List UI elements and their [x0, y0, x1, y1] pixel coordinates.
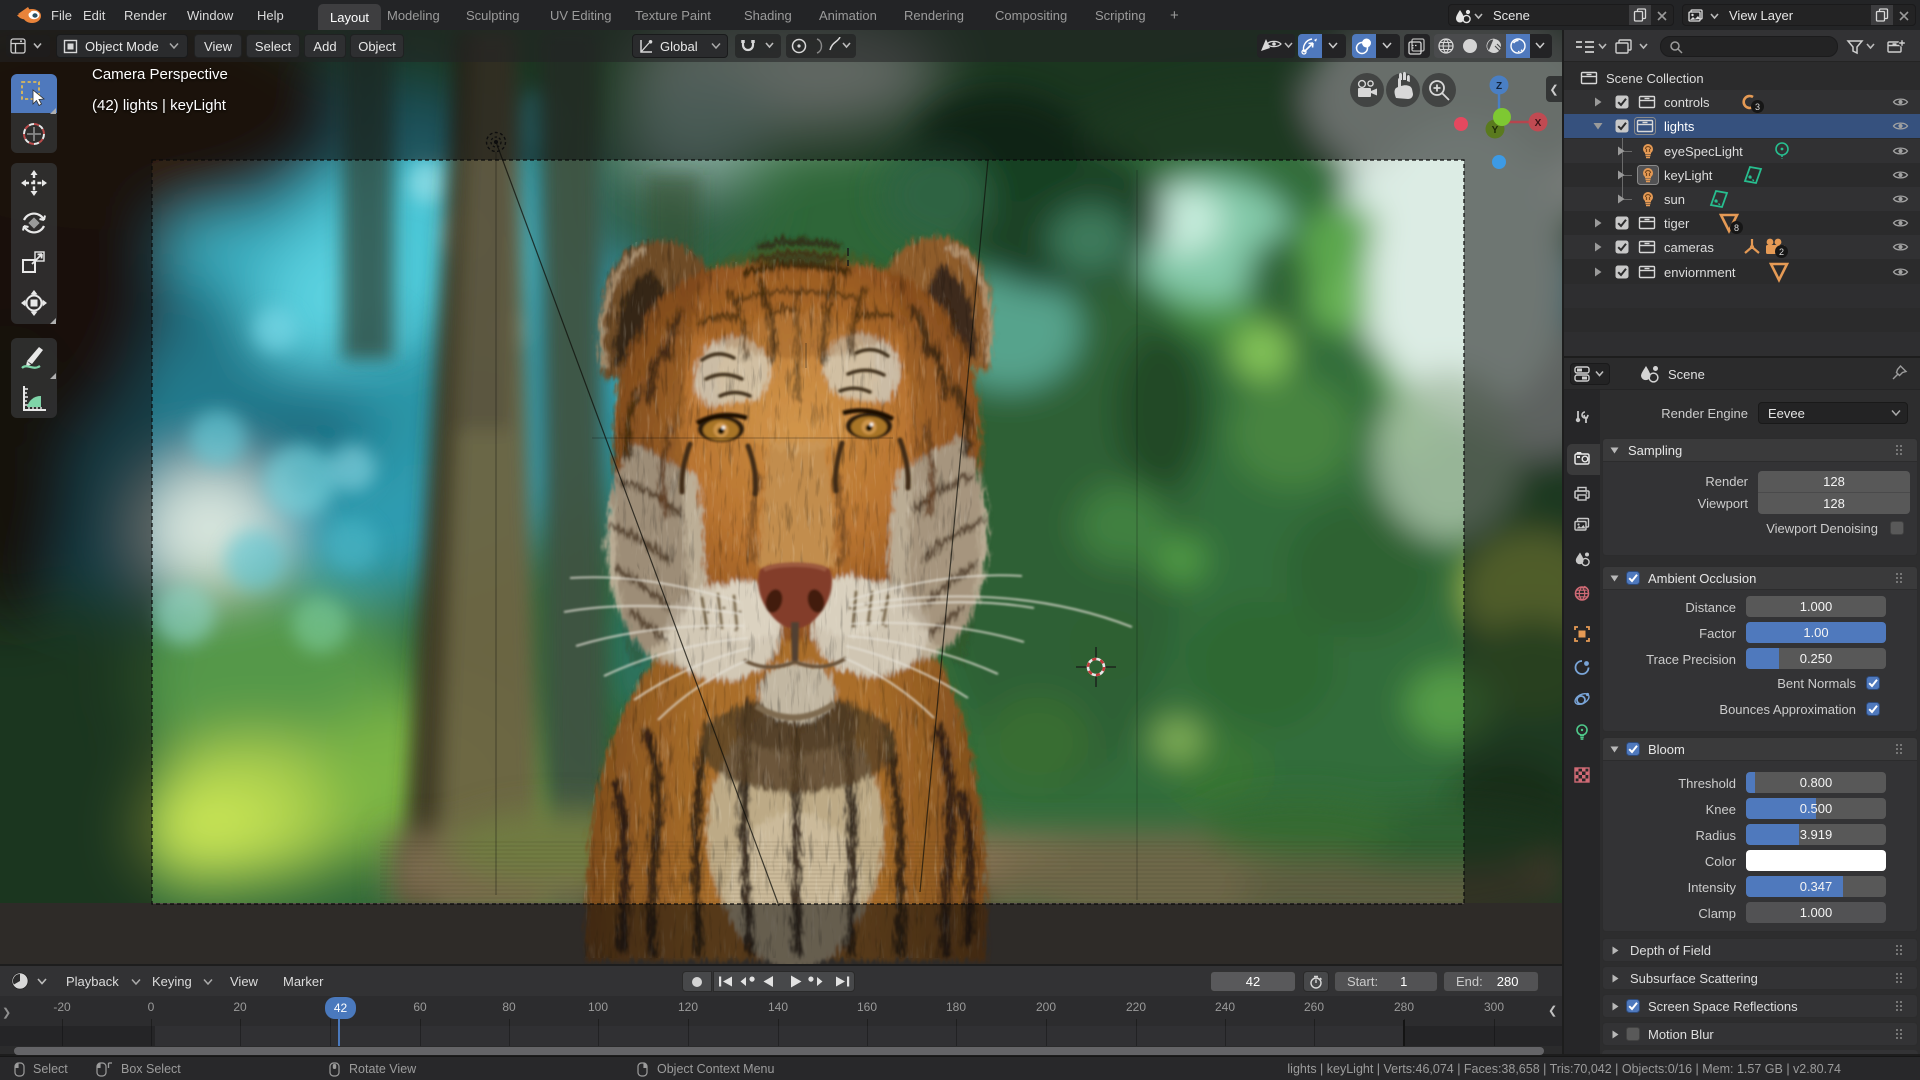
svg-text:Y: Y: [1492, 125, 1499, 136]
svg-text:X: X: [1535, 118, 1542, 129]
svg-text:Z: Z: [1496, 81, 1502, 92]
